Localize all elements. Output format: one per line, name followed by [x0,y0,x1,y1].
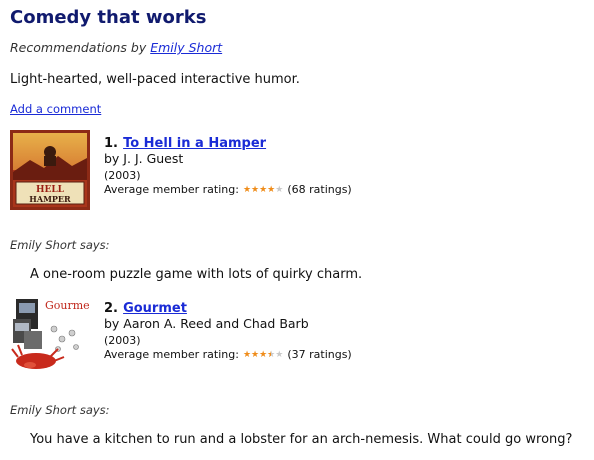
item-number: 2. [104,301,118,316]
star-empty-icon: ★ [275,184,284,195]
item-rating: Average member rating: ★ ★ ★ ★ ★ (37 rat… [104,348,352,361]
item-title-link[interactable]: Gourmet [123,301,187,316]
rating-label: Average member rating: [104,348,239,361]
star-half-icon: ★ [267,350,275,360]
star-icon: ★ [259,349,268,360]
item-comment: You have a kitchen to run and a lobster … [30,432,573,447]
byline-prefix: Recommendations by [10,40,147,55]
item-year: (2003) [104,169,141,182]
star-icon: ★ [251,349,260,360]
item-year: (2003) [104,334,141,347]
item-rating: Average member rating: ★ ★ ★ ★ ★ (68 rat… [104,183,352,196]
star-empty-icon: ★ [275,349,284,360]
item-title-row: 1. To Hell in a Hamper [104,132,266,151]
cover-image-gourmet[interactable]: Gourmet [10,295,95,375]
author-link[interactable]: Emily Short [150,40,222,55]
rating-label: Average member rating: [104,183,239,196]
item-number: 1. [104,136,118,151]
list-description: Light-hearted, well-paced interactive hu… [10,72,300,87]
star-icon: ★ [259,184,268,195]
add-comment-link[interactable]: Add a comment [10,102,101,116]
svg-text:HAMPER: HAMPER [29,194,71,204]
star-icon: ★ [242,184,252,195]
item-author: by Aaron A. Reed and Chad Barb [104,316,309,331]
recommendation-page: Comedy that works Recommendations by Emi… [0,0,594,460]
item-comment: A one-room puzzle game with lots of quir… [30,267,363,282]
item-title-link[interactable]: To Hell in a Hamper [123,136,266,151]
rating-count: (37 ratings) [287,348,352,361]
cover-image-hell-in-hamper[interactable]: HELL HAMPER [10,130,90,210]
cover-art: Gourmet [10,295,95,375]
cover-art: HELL HAMPER [10,130,90,210]
rating-count: (68 ratings) [287,183,352,196]
item-author: by J. J. Guest [104,151,184,166]
rating-stars: ★ ★ ★ ★ ★ [243,350,283,360]
item-title-row: 2. Gourmet [104,297,187,316]
star-icon: ★ [251,184,260,195]
rating-stars: ★ ★ ★ ★ ★ [243,185,283,195]
star-icon: ★ [267,184,276,195]
svg-text:Gourmet: Gourmet [45,299,90,312]
page-title: Comedy that works [10,7,207,28]
commenter-says: Emily Short says: [10,403,110,417]
star-icon: ★ [242,349,252,360]
byline: Recommendations by Emily Short [10,40,222,55]
commenter-says: Emily Short says: [10,238,110,252]
